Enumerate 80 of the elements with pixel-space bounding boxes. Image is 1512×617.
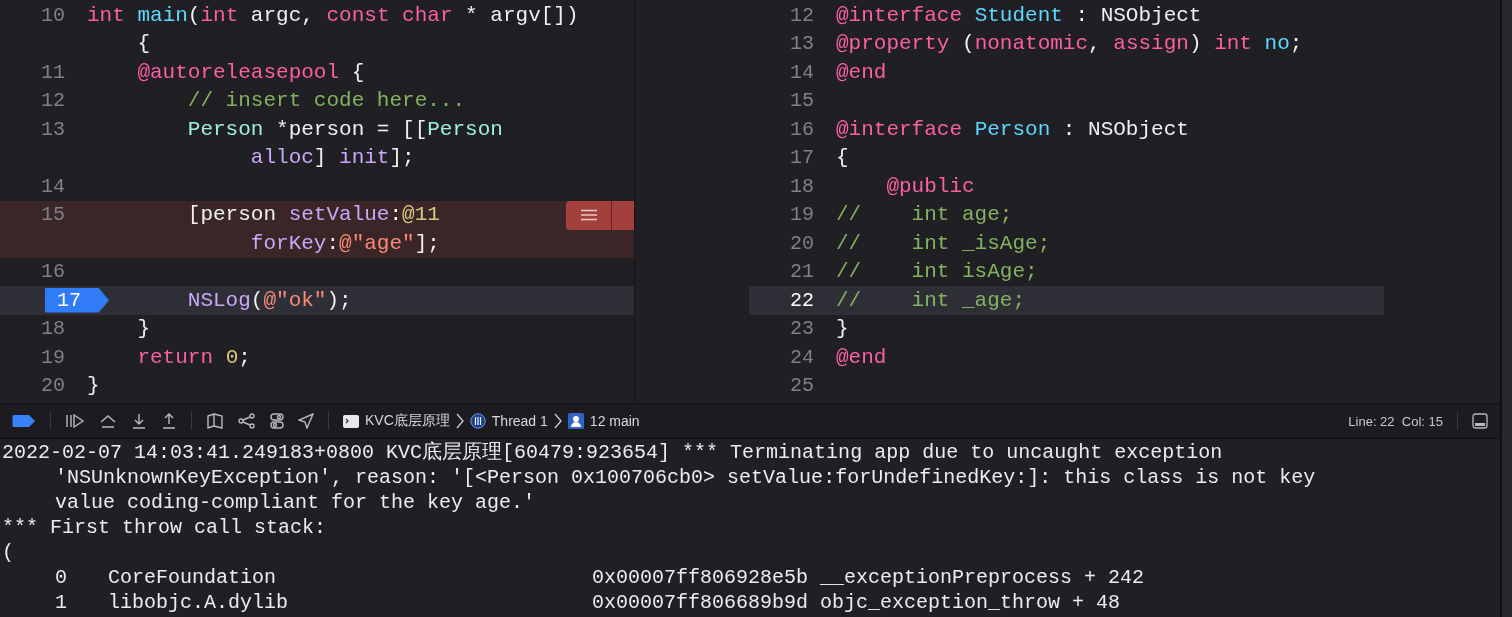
code-line: { xyxy=(836,146,849,170)
code-line: // int _age; xyxy=(836,288,1026,312)
frame-address: 0x00007ff806689b9d objc_exception_throw + 48 xyxy=(592,590,1122,615)
code-line: // int _isAge; xyxy=(836,231,1051,255)
code-line: int main(int argc, const char * argv[]) xyxy=(87,3,579,27)
chevron-icon xyxy=(553,413,562,429)
line-number: 12 xyxy=(41,89,65,113)
line-number: 20 xyxy=(790,231,814,255)
location-icon[interactable] xyxy=(298,413,314,429)
code-line: @interface Person : NSObject xyxy=(836,117,1189,141)
breadcrumb-item[interactable]: 12 main xyxy=(567,413,640,429)
line-number: 24 xyxy=(790,345,814,369)
code-line: return 0; xyxy=(136,345,251,369)
error-badge[interactable] xyxy=(566,200,634,230)
code-line: @autoreleasepool { xyxy=(136,60,365,84)
code-line: // int isAge; xyxy=(836,260,1038,284)
code-line: { xyxy=(136,32,150,56)
line-number: 18 xyxy=(790,174,814,198)
line-number: 21 xyxy=(790,260,814,284)
code-line: // insert code here... xyxy=(186,89,466,113)
line-number: 12 xyxy=(790,3,814,27)
code-line: alloc] init]; xyxy=(249,146,415,170)
frame-address: 0x00007ff806928e5b __exceptionPreprocess + 242 xyxy=(592,565,1146,590)
code-line: @property (nonatomic, assign) int no; xyxy=(836,32,1303,56)
frame-index: 0 xyxy=(55,565,68,590)
code-line: @interface Student : NSObject xyxy=(836,3,1202,27)
step-out-icon[interactable] xyxy=(161,413,177,429)
code-line: @end xyxy=(836,60,887,84)
line-number: 17 xyxy=(790,146,814,170)
line-number: 11 xyxy=(41,60,65,84)
frame-index: 1 xyxy=(55,590,68,615)
cursor-position: Line: 22 Col: 15 xyxy=(1348,413,1443,429)
code-line: } xyxy=(87,374,100,398)
line-number: 23 xyxy=(790,317,814,341)
graph-icon[interactable] xyxy=(238,413,256,429)
breadcrumb-item[interactable]: Thread 1 xyxy=(469,413,548,429)
person-icon xyxy=(567,413,584,429)
step-over-icon[interactable] xyxy=(99,413,117,429)
line-number: 15 xyxy=(41,203,65,227)
line-number: 20 xyxy=(41,374,65,398)
line-number: 16 xyxy=(41,260,65,284)
code-line: } xyxy=(136,317,150,341)
breakpoints-toggle-icon[interactable] xyxy=(12,414,36,428)
line-number: 25 xyxy=(790,374,814,398)
toggles-icon[interactable] xyxy=(270,413,284,429)
line-number: 13 xyxy=(41,117,65,141)
line-number: 16 xyxy=(790,117,814,141)
code-line: // int age; xyxy=(836,203,1013,227)
code-editor[interactable] xyxy=(0,0,635,403)
step-into-icon[interactable] xyxy=(131,413,147,429)
console-line: ( xyxy=(1,540,15,565)
thread-icon xyxy=(469,413,486,429)
terminal-icon xyxy=(343,414,359,428)
panel-toggle-icon[interactable] xyxy=(1472,413,1488,429)
code-line: NSLog(@"ok"); xyxy=(186,288,352,312)
console-line: value coding-compliant for the key age.' xyxy=(54,490,537,515)
code-line: forKey:@"age"]; xyxy=(249,231,440,255)
line-number: 13 xyxy=(790,32,814,56)
line-number: 19 xyxy=(41,345,65,369)
code-line: @end xyxy=(836,345,887,369)
line-number: 10 xyxy=(41,3,65,27)
continue-icon[interactable] xyxy=(65,413,85,429)
breadcrumb-item[interactable]: KVC底层原理 xyxy=(343,412,450,430)
console-line: 'NSUnknownKeyException', reason: '[<Person 0x100706cb0> setValue:forUndefinedKey:]: this class is not key xyxy=(54,465,1317,490)
chevron-icon xyxy=(455,413,464,429)
menu-icon xyxy=(580,209,598,221)
frame-library: libobjc.A.dylib xyxy=(108,590,290,615)
line-number: 18 xyxy=(41,317,65,341)
line-number: 15 xyxy=(790,89,814,113)
console-line: *** First throw call stack: xyxy=(1,515,328,540)
code-line: @public xyxy=(885,174,975,198)
line-number: 19 xyxy=(790,203,814,227)
line-number: 14 xyxy=(41,174,65,198)
line-number: 14 xyxy=(790,60,814,84)
code-line: Person *person = [[Person xyxy=(186,117,503,141)
line-number: 22 xyxy=(790,288,814,312)
code-line: [person setValue:@11 xyxy=(186,203,440,227)
console-line: 2022-02-07 14:03:41.249183+0800 KVC底层原理[60479:923654] *** Terminating app due to uncaught exception xyxy=(1,440,1224,465)
frame-library: CoreFoundation xyxy=(108,565,278,590)
code-line: } xyxy=(836,317,849,341)
